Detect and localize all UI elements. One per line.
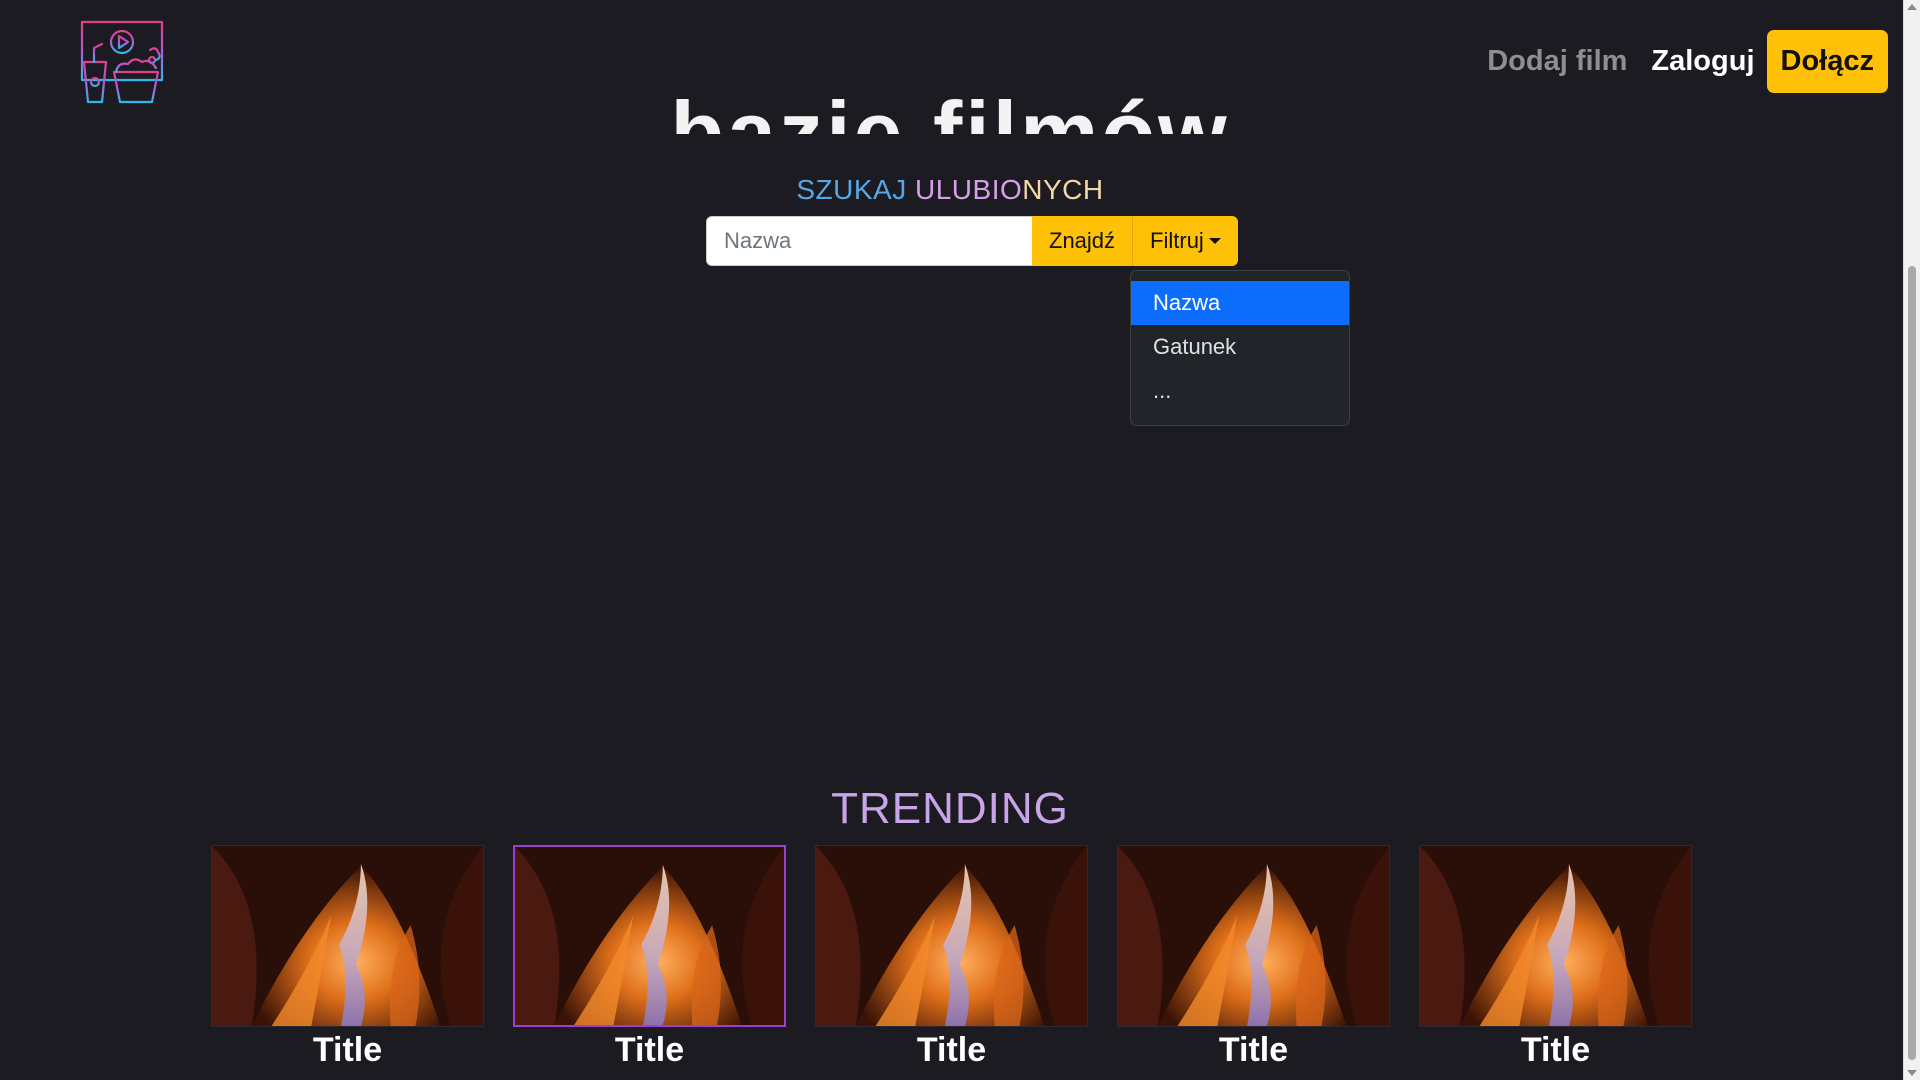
search-input[interactable] — [706, 216, 1032, 266]
movie-card-title: Title — [312, 1031, 383, 1069]
trending-cards: Title Title Title Title Title — [211, 845, 1692, 1070]
scroll-down-arrow-icon[interactable] — [1907, 1070, 1917, 1076]
movie-card[interactable]: Title — [513, 845, 786, 1070]
movie-card-title: Title — [1520, 1031, 1591, 1069]
filter-dropdown-button[interactable]: Filtruj — [1133, 216, 1238, 266]
find-button[interactable]: Znajdź — [1032, 216, 1134, 266]
search-heading-word2: ULUBIO — [915, 174, 1023, 205]
vertical-scrollbar[interactable] — [1903, 0, 1920, 1080]
movie-card-title: Title — [916, 1031, 987, 1069]
trending-title: TRENDING — [831, 784, 1069, 833]
filter-dropdown-menu: Nazwa Gatunek ... — [1130, 270, 1350, 426]
search-heading-word3: NYCH — [1022, 174, 1104, 205]
hero-title: bazie filmów — [670, 83, 1230, 134]
dropdown-item-name[interactable]: Nazwa — [1131, 281, 1349, 325]
movie-thumbnail[interactable] — [1419, 845, 1692, 1027]
movie-card-title: Title — [614, 1031, 685, 1069]
filter-button-label: Filtruj — [1150, 228, 1204, 253]
movie-thumbnail[interactable] — [1117, 845, 1390, 1027]
movie-thumbnail[interactable] — [513, 845, 786, 1027]
movie-thumbnail[interactable] — [211, 845, 484, 1027]
search-heading: SZUKAJ ULUBIONYCH — [0, 174, 1900, 206]
movie-card[interactable]: Title — [1117, 845, 1390, 1070]
movie-thumbnail[interactable] — [815, 845, 1088, 1027]
movie-card[interactable]: Title — [1419, 845, 1692, 1070]
movie-card[interactable]: Title — [211, 845, 484, 1070]
scrollbar-thumb[interactable] — [1908, 266, 1916, 1060]
movie-card[interactable]: Title — [815, 845, 1088, 1070]
dropdown-item-more[interactable]: ... — [1131, 369, 1349, 413]
scroll-up-arrow-icon[interactable] — [1907, 4, 1917, 10]
search-bar: Znajdź Filtruj — [706, 216, 1238, 266]
dropdown-item-genre[interactable]: Gatunek — [1131, 325, 1349, 369]
caret-down-icon — [1208, 238, 1221, 244]
search-heading-word1: SZUKAJ — [796, 174, 907, 205]
hero-title-container: bazie filmów — [0, 48, 1900, 134]
movie-card-title: Title — [1218, 1031, 1289, 1069]
